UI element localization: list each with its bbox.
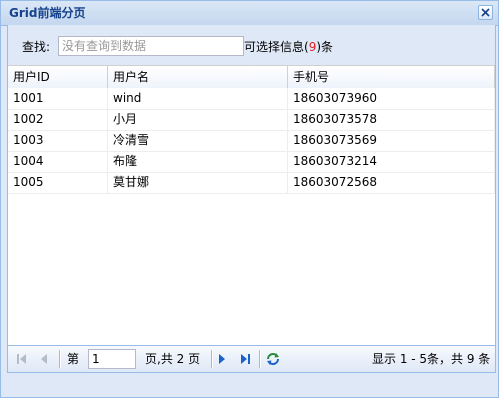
page-suffix-label: 页,共 2 页 [145, 352, 201, 366]
refresh-icon [267, 353, 279, 365]
search-toolbar: 查找: 可选择信息(9)条 [8, 25, 495, 65]
table-row[interactable]: 1001 wind 18603073960 [8, 88, 495, 110]
count-prefix: 可选择信息( [244, 40, 309, 54]
page-prefix-label: 第 [67, 352, 80, 366]
table-row[interactable]: 1004 布隆 18603073214 [8, 151, 495, 173]
search-input[interactable] [58, 36, 244, 56]
cell-user-id: 1004 [8, 151, 108, 172]
cell-user-id: 1001 [8, 88, 108, 109]
close-icon [481, 8, 490, 17]
display-info: 显示 1 - 5条，共 9 条 [372, 352, 491, 366]
close-button[interactable] [478, 5, 493, 20]
separator [259, 350, 261, 368]
cell-username: 布隆 [108, 151, 288, 172]
last-page-button[interactable] [237, 352, 253, 366]
column-header-phone[interactable]: 手机号 [288, 66, 495, 88]
separator [211, 350, 213, 368]
prev-page-icon [41, 354, 47, 364]
grid-window: Grid前端分页 查找: 可选择信息(9)条 用户ID 用户名 手机号 1001… [0, 0, 499, 398]
cell-phone: 18603073578 [288, 109, 495, 130]
window-title: Grid前端分页 [9, 6, 86, 20]
next-page-button[interactable] [214, 352, 230, 366]
window-titlebar: Grid前端分页 [1, 1, 498, 26]
paging-toolbar: 第 页,共 2 页 [8, 345, 495, 372]
grid-body: 1001 wind 18603073960 1002 小月 1860307357… [8, 88, 495, 344]
cell-user-id: 1002 [8, 109, 108, 130]
cell-user-id: 1005 [8, 172, 108, 193]
cell-username: 莫甘娜 [108, 172, 288, 193]
cell-username: 小月 [108, 109, 288, 130]
cell-username: wind [108, 88, 288, 109]
next-page-icon [219, 354, 225, 364]
cell-user-id: 1003 [8, 130, 108, 151]
cell-phone: 18603072568 [288, 172, 495, 193]
table-row[interactable]: 1003 冷清雪 18603073569 [8, 130, 495, 152]
cell-phone: 18603073569 [288, 130, 495, 151]
selectable-count: 可选择信息(9)条 [244, 39, 333, 55]
first-page-button[interactable] [14, 352, 30, 366]
prev-page-button[interactable] [36, 352, 52, 366]
grid-header: 用户ID 用户名 手机号 [8, 65, 495, 89]
table-row[interactable]: 1005 莫甘娜 18603072568 [8, 172, 495, 194]
search-label: 查找: [22, 40, 51, 54]
refresh-button[interactable] [265, 352, 281, 366]
cell-phone: 18603073960 [288, 88, 495, 109]
column-header-user-id[interactable]: 用户ID [8, 66, 108, 88]
window-footer [1, 374, 498, 397]
count-suffix: )条 [316, 40, 334, 54]
cell-username: 冷清雪 [108, 130, 288, 151]
first-page-icon [17, 354, 26, 364]
last-page-icon [241, 354, 250, 364]
cell-phone: 18603073214 [288, 151, 495, 172]
grid-panel: 查找: 可选择信息(9)条 用户ID 用户名 手机号 1001 wind 186… [7, 25, 496, 373]
table-row[interactable]: 1002 小月 18603073578 [8, 109, 495, 131]
current-page-input[interactable] [88, 349, 136, 369]
separator [59, 350, 61, 368]
column-header-username[interactable]: 用户名 [108, 66, 288, 88]
